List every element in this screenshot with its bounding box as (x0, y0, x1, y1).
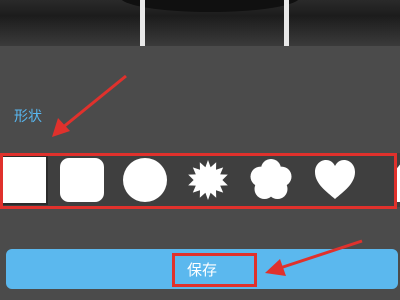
shape-row-highlight (0, 153, 397, 209)
photo-bar-left (140, 0, 145, 46)
photo-dark-shape (120, 0, 300, 12)
photo-bar-right (284, 0, 289, 46)
save-button-highlight (172, 253, 257, 287)
shape-label: 形状 (14, 109, 42, 125)
photo-preview (0, 0, 400, 46)
